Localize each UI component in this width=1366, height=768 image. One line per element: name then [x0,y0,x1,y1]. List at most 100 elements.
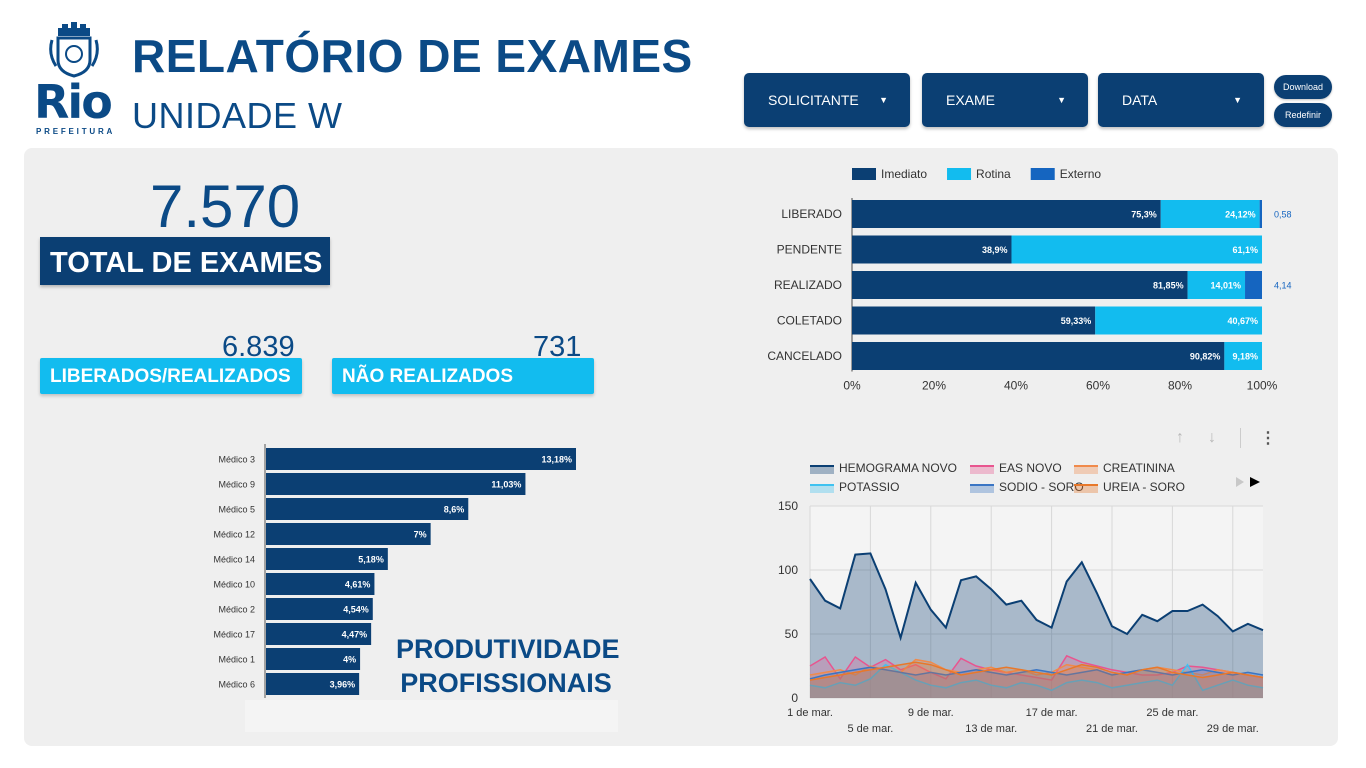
legend-label-3: POTASSIO [839,480,899,494]
legend-label-2: CREATININA [1103,461,1175,475]
filter-data-dropdown[interactable]: DATA ▼ [1098,73,1264,127]
doctor-label: Médico 3 [218,455,255,465]
x-tick-label: 20% [922,379,946,393]
total-exams-value: 7.570 [150,173,301,240]
productivity-bar [266,523,431,545]
stacked-bar-segment [1011,235,1262,264]
x-tick-label: 9 de mar. [908,707,954,719]
sort-descending-icon[interactable]: ↓ [1208,429,1216,447]
legend-label-5: UREIA - SORO [1103,480,1185,494]
bar-data-label: 13,18% [541,455,572,465]
legend-label-0: Imediato [881,167,927,181]
bar-data-label: 11,03% [491,480,521,490]
legend-swatch-2 [1074,466,1098,474]
bar-data-label: 61,1% [1232,245,1258,255]
doctor-label: Médico 5 [218,505,255,515]
exams-timeseries-chart: HEMOGRAMA NOVO EAS NOVO CREATININA POTASSIO… [778,461,1264,735]
bar-data-label: 3,96% [330,680,356,690]
productivity-bar [266,473,526,495]
x-tick-label: 100% [1247,379,1278,393]
productivity-bar [266,498,469,520]
total-exams-label: TOTAL DE EXAMES [40,237,330,285]
productivity-title-line1: PRODUTIVIDADE [396,634,620,664]
page-title: RELATÓRIO DE EXAMES [132,30,693,82]
bar-data-label: 0,58 [1274,210,1292,220]
caret-down-icon: ▼ [879,95,888,105]
city-coat-of-arms-icon [49,22,99,78]
logo-prefeitura-text: PREFEITURA [36,127,116,136]
x-tick-label: 21 de mar. [1086,723,1138,735]
x-tick-label: 1 de mar. [787,707,833,719]
doctor-label: Médico 17 [213,630,255,640]
doctor-label: Médico 9 [218,480,255,490]
filter-solicitante-label: SOLICITANTE [768,92,859,108]
sort-ascending-icon[interactable]: ↑ [1176,429,1184,447]
bar-data-label: 38,9% [982,245,1008,255]
bar-data-label: 14,01% [1210,281,1241,291]
category-label: LIBERADO [781,207,842,221]
category-label: COLETADO [777,314,842,328]
legend-label-1: EAS NOVO [999,461,1062,475]
bar-data-label: 81,85% [1153,281,1184,291]
filter-exame-label: EXAME [946,92,996,108]
productivity-footer-area [245,700,618,732]
stacked-bar-segment [852,306,1096,335]
legend-prev-icon [1236,477,1244,487]
stacked-bar-segment [852,271,1188,299]
x-tick-label: 5 de mar. [847,723,893,735]
doctor-label: Médico 1 [218,655,255,665]
legend-label-4: SODIO - SORO [999,480,1084,494]
bar-data-label: 5,18% [358,555,384,565]
more-options-icon[interactable]: ⋮ [1260,428,1276,448]
productivity-title: PRODUTIVIDADE PROFISSIONAIS [396,632,620,700]
bar-data-label: 4,54% [343,605,369,615]
x-tick-label: 13 de mar. [965,723,1017,735]
legend-next-icon [1250,477,1260,487]
legend-swatch-3 [810,485,834,493]
legend-label-2: Externo [1060,167,1102,181]
y-tick-label: 150 [778,499,798,513]
legend-swatch-0 [852,168,876,180]
bar-data-label: 24,12% [1225,210,1256,220]
y-tick-label: 0 [791,691,798,705]
reset-button[interactable]: Redefinir [1274,103,1332,127]
stacked-bar-segment [1259,200,1262,228]
not-done-label: NÃO REALIZADOS [332,358,594,394]
x-tick-label: 0% [843,379,861,393]
bar-data-label: 90,82% [1190,352,1221,362]
x-tick-label: 60% [1086,379,1110,393]
category-label: REALIZADO [774,278,842,292]
legend-swatch-1 [970,466,994,474]
page-subtitle: UNIDADE W [132,95,343,136]
bar-data-label: 75,3% [1131,210,1157,220]
x-tick-label: 29 de mar. [1207,723,1259,735]
bar-data-label: 40,67% [1227,316,1258,326]
stacked-bar-segment [1245,271,1262,299]
x-tick-label: 25 de mar. [1146,707,1198,719]
logo-rio-text: Rio [34,75,113,129]
doctor-label: Médico 14 [213,555,255,565]
x-tick-label: 40% [1004,379,1028,393]
legend-swatch-0 [810,466,834,474]
bar-data-label: 8,6% [444,505,465,515]
filter-solicitante-dropdown[interactable]: SOLICITANTE ▼ [744,73,910,127]
productivity-title-line2: PROFISSIONAIS [400,668,612,698]
caret-down-icon: ▼ [1233,95,1242,105]
doctor-label: Médico 2 [218,605,255,615]
download-button[interactable]: Download [1274,75,1332,99]
doctor-label: Médico 12 [213,530,255,540]
x-tick-label: 80% [1168,379,1192,393]
doctor-label: Médico 10 [213,580,255,590]
category-label: CANCELADO [767,349,842,363]
legend-label-0: HEMOGRAMA NOVO [839,461,957,475]
stacked-bar-segment [852,342,1225,370]
legend-swatch-4 [970,485,994,493]
bar-data-label: 59,33% [1061,316,1092,326]
filter-exame-dropdown[interactable]: EXAME ▼ [922,73,1088,127]
filter-data-label: DATA [1122,92,1158,108]
x-tick-label: 17 de mar. [1026,707,1078,719]
bar-data-label: 7% [414,530,427,540]
bar-data-label: 4,14 [1274,281,1292,291]
bar-data-label: 9,18% [1232,352,1258,362]
bar-data-label: 4% [343,655,356,665]
